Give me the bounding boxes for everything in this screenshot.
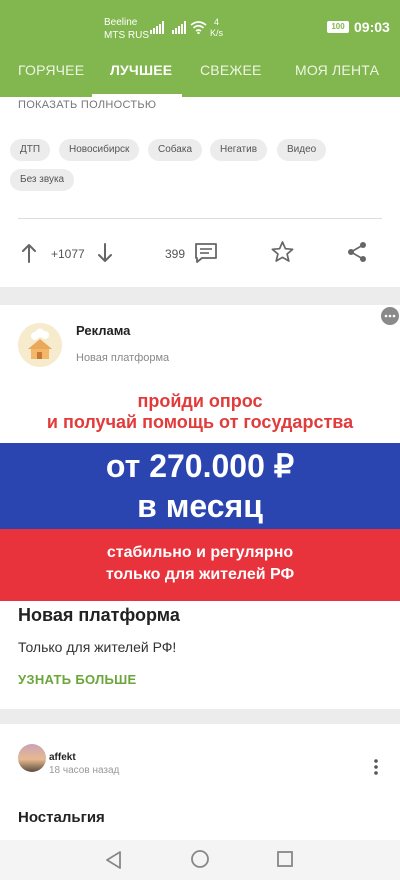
tab-bar: ГОРЯЧЕЕ ЛУЧШЕЕ СВЕЖЕЕ МОЯ ЛЕНТА: [0, 52, 400, 97]
post-card: ПОКАЗАТЬ ПОЛНОСТЬЮ ДТП Новосибирск Собак…: [0, 97, 400, 287]
system-nav-bar: [0, 840, 400, 880]
speed-unit: K/s: [210, 28, 224, 38]
post-title[interactable]: Ностальгия: [18, 809, 105, 826]
share-icon[interactable]: [346, 241, 368, 263]
banner-red-line-1: стабильно и регулярно: [106, 544, 294, 561]
status-bar: Beeline MTS RUS 4 K/s 100 09:03: [0, 0, 400, 46]
carrier-name-1: Beeline: [104, 17, 138, 28]
tag-chip[interactable]: Собака: [148, 139, 202, 161]
comment-icon[interactable]: [194, 242, 218, 264]
recents-icon[interactable]: [276, 850, 294, 868]
house-logo-icon: [18, 323, 62, 367]
ad-headline: Новая платформа: [18, 605, 180, 625]
ad-banner-image[interactable]: пройди опрос и получай помощь от государ…: [0, 391, 400, 601]
tab-my-feed[interactable]: МОЯ ЛЕНТА: [295, 62, 379, 78]
post-card-next: affekt 18 часов назад Ностальгия: [0, 724, 400, 840]
ad-advertiser: Новая платформа: [76, 352, 170, 364]
upvote-arrow-icon[interactable]: [20, 243, 38, 263]
banner-line-2: и получай помощь от государства: [46, 412, 354, 432]
tab-best[interactable]: ЛУЧШЕЕ: [110, 62, 172, 78]
back-icon[interactable]: [104, 850, 124, 870]
tab-fresh[interactable]: СВЕЖЕЕ: [200, 62, 262, 78]
app-header: Beeline MTS RUS 4 K/s 100 09:03 ГОРЯЧЕЕ …: [0, 0, 400, 97]
wifi-icon: [190, 21, 207, 34]
learn-more-button[interactable]: УЗНАТЬ БОЛЬШЕ: [18, 672, 137, 687]
downvote-arrow-icon[interactable]: [96, 243, 114, 263]
carrier-info: Beeline MTS RUS: [104, 16, 149, 42]
post-rating: +1077: [51, 247, 85, 261]
tag-chip[interactable]: Без звука: [10, 169, 75, 191]
signal-icon: [150, 21, 164, 34]
show-more-link[interactable]: ПОКАЗАТЬ ПОЛНОСТЬЮ: [18, 99, 156, 111]
banner-red-line-2: только для жителей РФ: [105, 566, 295, 583]
tag-chip[interactable]: Негатив: [210, 139, 268, 161]
banner-bottom-stripe: стабильно и регулярно только для жителей…: [0, 529, 400, 601]
battery-icon: 100: [327, 21, 349, 33]
avatar[interactable]: [18, 744, 46, 772]
carrier-name-2: MTS RUS: [104, 30, 149, 41]
banner-amount: от 270.000 ₽: [105, 448, 295, 484]
ad-label: Реклама: [76, 323, 131, 338]
post-author[interactable]: affekt: [49, 752, 76, 763]
star-icon[interactable]: [270, 240, 295, 264]
banner-period: в месяц: [137, 488, 263, 524]
banner-line-1: пройди опрос: [137, 391, 263, 411]
ad-body-text: Только для жителей РФ!: [18, 639, 177, 655]
ad-options-icon[interactable]: [381, 307, 399, 325]
post-timestamp: 18 часов назад: [49, 765, 120, 776]
speed-value: 4: [214, 17, 220, 27]
signal-icon-2: [172, 21, 186, 34]
tag-chip[interactable]: Видео: [277, 139, 327, 161]
tab-hot[interactable]: ГОРЯЧЕЕ: [18, 62, 84, 78]
banner-top-stripe: пройди опрос и получай помощь от государ…: [0, 391, 400, 443]
banner-middle-stripe: от 270.000 ₽ в месяц: [0, 443, 400, 529]
home-icon[interactable]: [190, 849, 210, 869]
network-speed: 4 K/s: [210, 17, 223, 39]
divider: [18, 218, 382, 219]
tag-chip[interactable]: ДТП: [10, 139, 51, 161]
ad-avatar: [18, 323, 62, 367]
clock: 09:03: [354, 19, 390, 35]
tag-chip[interactable]: Новосибирск: [59, 139, 140, 161]
ad-card[interactable]: Реклама Новая платформа пройди опрос и п…: [0, 305, 400, 709]
more-vert-icon[interactable]: [372, 758, 380, 776]
comments-count: 399: [165, 247, 186, 261]
